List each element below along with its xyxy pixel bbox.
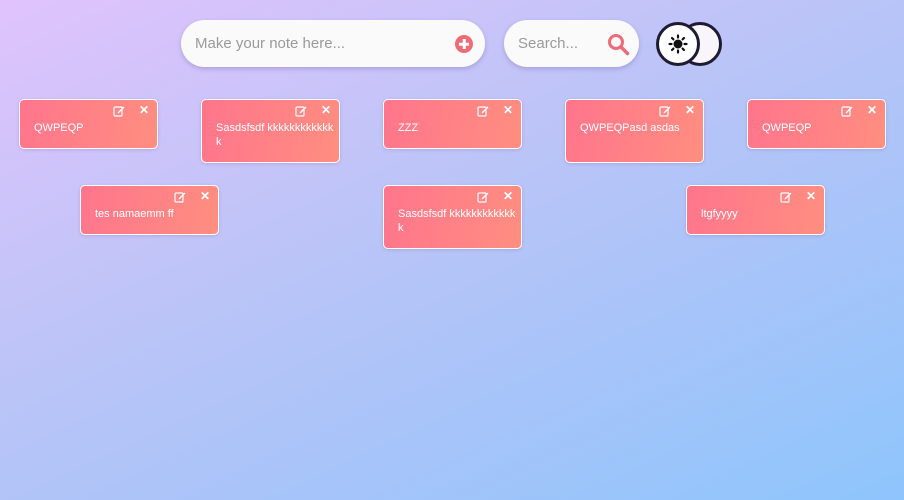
note-card: ✕ ltgfyyyy — [686, 185, 825, 235]
top-bar — [0, 20, 904, 68]
note-card: ✕ Sasdsfsdf kkkkkkkkkkkkk — [383, 185, 522, 249]
note-card: ✕ ZZZ — [383, 99, 522, 149]
theme-toggle-knob — [656, 22, 700, 66]
note-text: ltgfyyyy — [701, 208, 738, 220]
note-input[interactable] — [195, 20, 445, 67]
edit-icon[interactable] — [477, 105, 489, 117]
edit-icon[interactable] — [477, 191, 489, 203]
delete-note-button[interactable]: ✕ — [138, 103, 150, 117]
delete-note-button[interactable]: ✕ — [502, 103, 514, 117]
delete-note-button[interactable]: ✕ — [684, 103, 696, 117]
edit-icon[interactable] — [841, 105, 853, 117]
edit-icon[interactable] — [295, 105, 307, 117]
search-input[interactable] — [518, 20, 604, 67]
note-card: ✕ QWPEQPasd asdas — [565, 99, 704, 163]
note-text: Sasdsfsdf kkkkkkkkkkkkk — [398, 208, 516, 234]
delete-note-button[interactable]: ✕ — [502, 189, 514, 203]
note-card: ✕ Sasdsfsdf kkkkkkkkkkkkk — [201, 99, 340, 163]
note-card: ✕ QWPEQP — [19, 99, 158, 149]
note-text: QWPEQP — [762, 122, 812, 134]
delete-note-button[interactable]: ✕ — [199, 189, 211, 203]
delete-note-button[interactable]: ✕ — [866, 103, 878, 117]
note-text: Sasdsfsdf kkkkkkkkkkkkk — [216, 122, 334, 148]
note-text: ZZZ — [398, 122, 419, 134]
plus-circle-icon[interactable] — [455, 35, 473, 53]
note-card: ✕ tes namaemm ff — [80, 185, 219, 235]
magnifier-icon[interactable] — [606, 32, 630, 56]
edit-icon[interactable] — [174, 191, 186, 203]
delete-note-button[interactable]: ✕ — [805, 189, 817, 203]
sun-icon — [668, 34, 688, 54]
edit-icon[interactable] — [780, 191, 792, 203]
delete-note-button[interactable]: ✕ — [320, 103, 332, 117]
note-text: QWPEQPasd asdas — [580, 122, 680, 134]
theme-toggle[interactable] — [656, 22, 724, 66]
note-text: tes namaemm ff — [95, 208, 174, 220]
edit-icon[interactable] — [659, 105, 671, 117]
note-text: QWPEQP — [34, 122, 84, 134]
note-input-container — [181, 20, 485, 67]
note-card: ✕ QWPEQP — [747, 99, 886, 149]
search-container — [504, 20, 639, 67]
edit-icon[interactable] — [113, 105, 125, 117]
